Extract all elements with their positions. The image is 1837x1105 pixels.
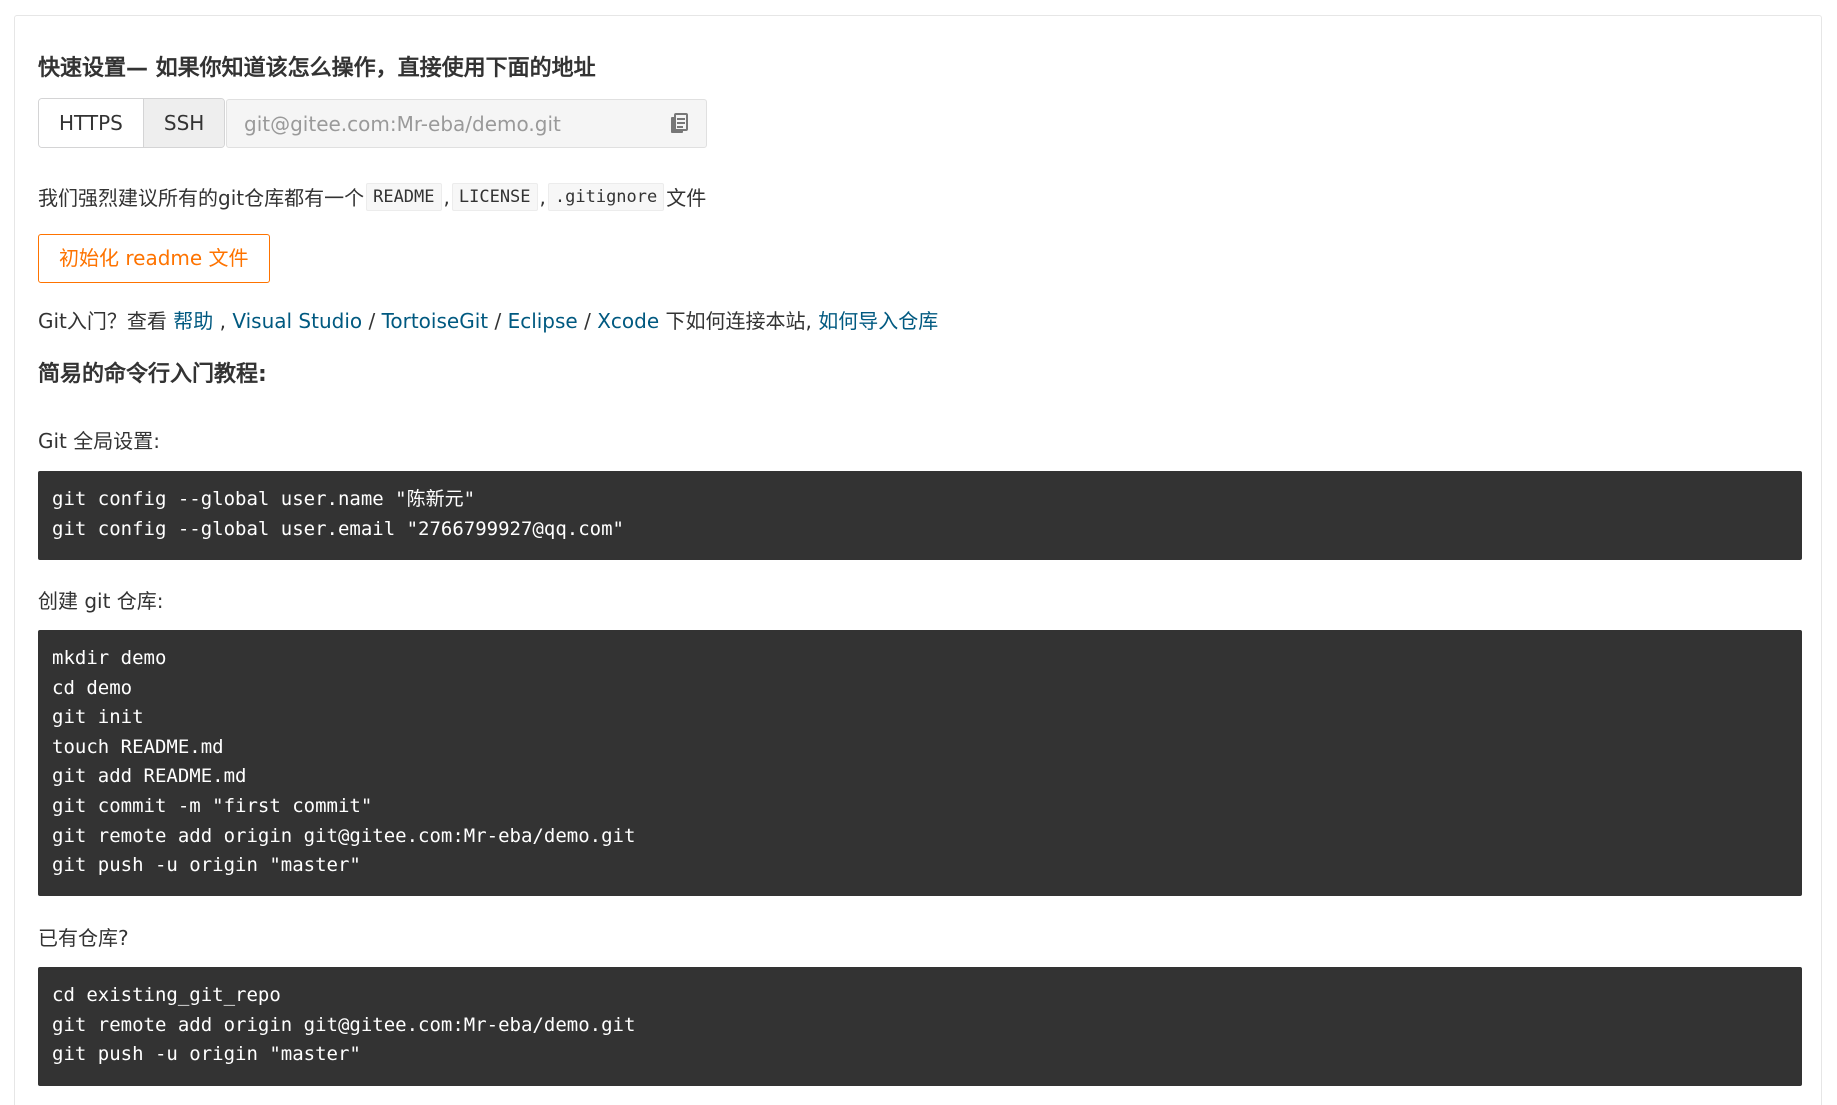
protocol-switch: HTTPS SSH — [38, 98, 226, 148]
code-line: git add README.md — [52, 765, 247, 788]
tortoisegit-link[interactable]: TortoiseGit — [382, 309, 489, 333]
code-line: git push -u origin "master" — [52, 854, 361, 877]
repo-url-input[interactable] — [227, 100, 647, 147]
recommend-prefix: 我们强烈建议所有的git仓库都有一个 — [38, 186, 365, 210]
xcode-link[interactable]: Xcode — [597, 309, 659, 333]
code-line: git push -u origin "master" — [52, 1043, 361, 1066]
intro-separator: , — [213, 309, 233, 333]
quick-setup-panel: 快速设置— 如果你知道该怎么操作，直接使用下面的地址 HTTPS SSH 我们强… — [14, 15, 1822, 1105]
code-line: mkdir demo — [52, 647, 167, 669]
code-line: touch README.md — [52, 735, 224, 758]
intro-slash: / — [488, 309, 508, 333]
https-button[interactable]: HTTPS — [39, 99, 143, 147]
code-line: cd demo — [52, 676, 133, 699]
existing-repo-code: cd existing_git_repo git remote add orig… — [38, 967, 1802, 1086]
recommend-suffix: 文件 — [666, 186, 707, 210]
create-repo-label: 创建 git 仓库: — [38, 589, 164, 613]
existing-repo-label: 已有仓库? — [38, 926, 129, 950]
code-line: git remote add origin git@gitee.com:Mr-e… — [52, 824, 636, 847]
quick-setup-heading: 快速设置— 如果你知道该怎么操作，直接使用下面的地址 — [38, 56, 596, 81]
intro-prefix: Git入门？查看 — [38, 309, 174, 333]
code-line: git init — [52, 706, 144, 729]
tutorial-heading: 简易的命令行入门教程: — [38, 362, 267, 387]
separator: , — [443, 184, 450, 209]
recommendation-text: 我们强烈建议所有的git仓库都有一个 README , LICENSE , .g… — [38, 182, 706, 211]
code-line: git commit -m "first commit" — [52, 794, 373, 817]
readme-tag: README — [366, 182, 442, 211]
intro-slash: / — [362, 309, 382, 333]
code-line: git config --global user.name "陈新元" — [52, 488, 476, 510]
code-line: git remote add origin git@gitee.com:Mr-e… — [52, 1013, 636, 1036]
separator: , — [539, 184, 546, 209]
help-link[interactable]: 帮助 — [173, 309, 213, 333]
visual-studio-link[interactable]: Visual Studio — [232, 309, 362, 333]
init-readme-button[interactable]: 初始化 readme 文件 — [38, 234, 270, 283]
global-setup-code: git config --global user.name "陈新元" git … — [38, 471, 1802, 560]
code-line: cd existing_git_repo — [52, 984, 281, 1006]
ssh-button[interactable]: SSH — [142, 99, 225, 147]
gitignore-tag: .gitignore — [547, 182, 665, 211]
intro-slash: / — [577, 309, 598, 333]
git-intro-line: Git入门？查看 帮助 , Visual Studio / TortoiseGi… — [38, 305, 938, 334]
eclipse-link[interactable]: Eclipse — [508, 309, 578, 333]
code-line: git config --global user.email "27667999… — [52, 517, 624, 540]
import-repo-link[interactable]: 如何导入仓库 — [818, 309, 938, 333]
repo-url-box — [226, 99, 707, 148]
intro-middle: 下如何连接本站, — [659, 309, 819, 333]
create-repo-code: mkdir demo cd demo git init touch README… — [38, 630, 1802, 896]
copy-icon[interactable] — [670, 113, 688, 135]
global-setup-label: Git 全局设置: — [38, 429, 160, 453]
license-tag: LICENSE — [451, 182, 538, 211]
